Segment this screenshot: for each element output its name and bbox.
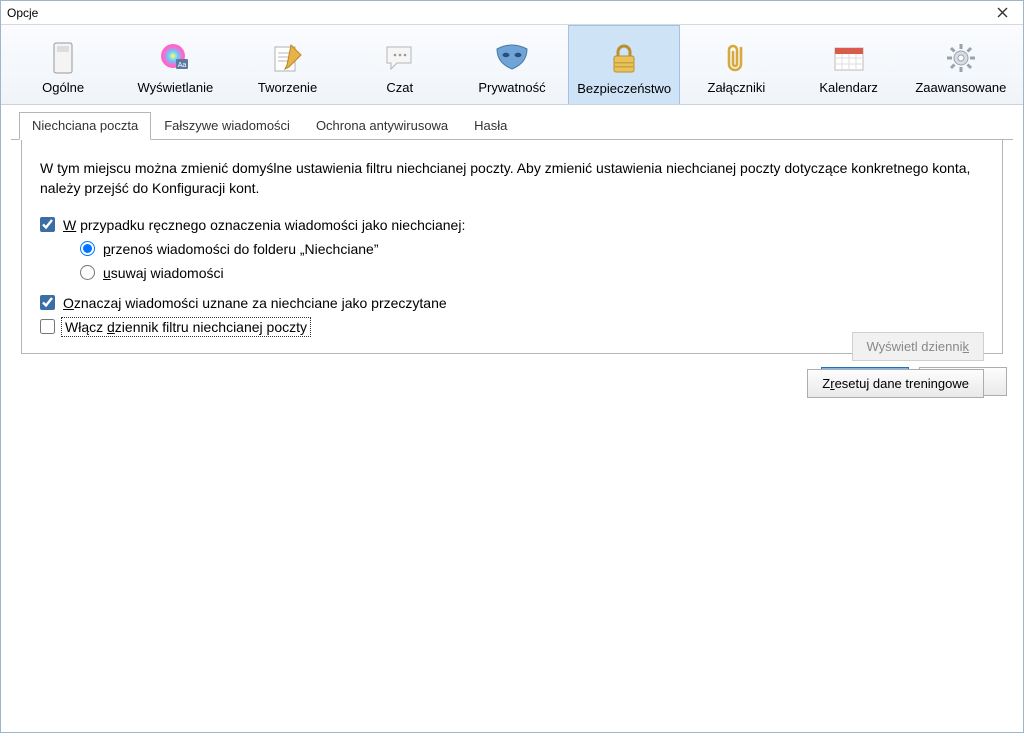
category-calendar[interactable]: Kalendarz [793,25,905,104]
category-advanced[interactable]: Zaawansowane [905,25,1017,104]
checkbox-mark-read-row: Oznaczaj wiadomości uznane za niechciane… [40,295,984,311]
log-buttons: Wyświetl dziennik Zresetuj dane treningo… [807,332,984,398]
panel-description: W tym miejscu można zmienić domyślne ust… [40,158,980,199]
close-button[interactable] [987,2,1017,24]
category-privacy[interactable]: Prywatność [456,25,568,104]
tab-label: Ochrona antywirusowa [316,118,448,133]
checkbox-manual-mark-label[interactable]: W przypadku ręcznego oznaczenia wiadomoś… [63,217,465,233]
tab-antivirus[interactable]: Ochrona antywirusowa [303,112,461,140]
category-general[interactable]: Ogólne [7,25,119,104]
radio-delete-row: usuwaj wiadomości [80,265,984,281]
category-label: Wyświetlanie [137,80,213,95]
category-label: Czat [386,80,413,95]
category-label: Zaawansowane [915,80,1006,95]
checkbox-manual-mark[interactable] [40,217,55,232]
lock-icon [606,41,642,77]
checkbox-mark-read-label[interactable]: Oznaczaj wiadomości uznane za niechciane… [63,295,447,311]
reset-training-button[interactable]: Zresetuj dane treningowe [807,369,984,398]
subtabs: Niechciana poczta Fałszywe wiadomości Oc… [11,111,1013,140]
show-log-button[interactable]: Wyświetl dziennik [852,332,984,361]
radio-delete[interactable] [80,265,95,280]
titlebar: Opcje [1,1,1023,25]
category-label: Prywatność [478,80,545,95]
radio-move-to-junk[interactable] [80,241,95,256]
compose-icon [270,40,306,76]
checkbox-enable-log-label[interactable]: Włącz dziennik filtru niechcianej poczty [63,319,309,335]
checkbox-enable-log[interactable] [40,319,55,334]
category-label: Kalendarz [819,80,878,95]
category-label: Ogólne [42,80,84,95]
category-attachments[interactable]: Załączniki [680,25,792,104]
window-title: Opcje [7,6,987,20]
subtabs-container: Niechciana poczta Fałszywe wiadomości Oc… [11,111,1013,354]
manual-action-radio-group: przenoś wiadomości do folderu „Niechcian… [80,241,984,281]
category-security[interactable]: Bezpieczeństwo [568,25,680,104]
toggle-switch-icon [45,40,81,76]
category-compose[interactable]: Tworzenie [231,25,343,104]
category-chat[interactable]: Czat [344,25,456,104]
close-icon [997,5,1008,21]
checkbox-manual-mark-row: W przypadku ręcznego oznaczenia wiadomoś… [40,217,984,233]
palette-icon: Aa [157,40,193,76]
radio-move-row: przenoś wiadomości do folderu „Niechcian… [80,241,984,257]
paperclip-icon [718,40,754,76]
category-label: Tworzenie [258,80,317,95]
tab-junk-mail[interactable]: Niechciana poczta [19,112,151,140]
mask-icon [494,40,530,76]
tab-label: Niechciana poczta [32,118,138,133]
svg-text:Aa: Aa [178,62,187,69]
category-label: Załączniki [708,80,766,95]
category-toolbar: Ogólne Aa Wyświetlanie Tworzenie Czat Pr… [1,25,1023,105]
tab-label: Fałszywe wiadomości [164,118,290,133]
tab-passwords[interactable]: Hasła [461,112,520,140]
category-display[interactable]: Aa Wyświetlanie [119,25,231,104]
category-label: Bezpieczeństwo [577,81,671,96]
radio-move-label[interactable]: przenoś wiadomości do folderu „Niechcian… [103,241,378,257]
calendar-icon [831,40,867,76]
gear-icon [943,40,979,76]
junk-panel: W tym miejscu można zmienić domyślne ust… [21,140,1003,354]
checkbox-mark-read[interactable] [40,295,55,310]
chat-bubble-icon [382,40,418,76]
tab-label: Hasła [474,118,507,133]
radio-delete-label[interactable]: usuwaj wiadomości [103,265,224,281]
options-window: Opcje Ogólne Aa Wyświetlanie Tworzenie [0,0,1024,733]
tab-scam[interactable]: Fałszywe wiadomości [151,112,303,140]
